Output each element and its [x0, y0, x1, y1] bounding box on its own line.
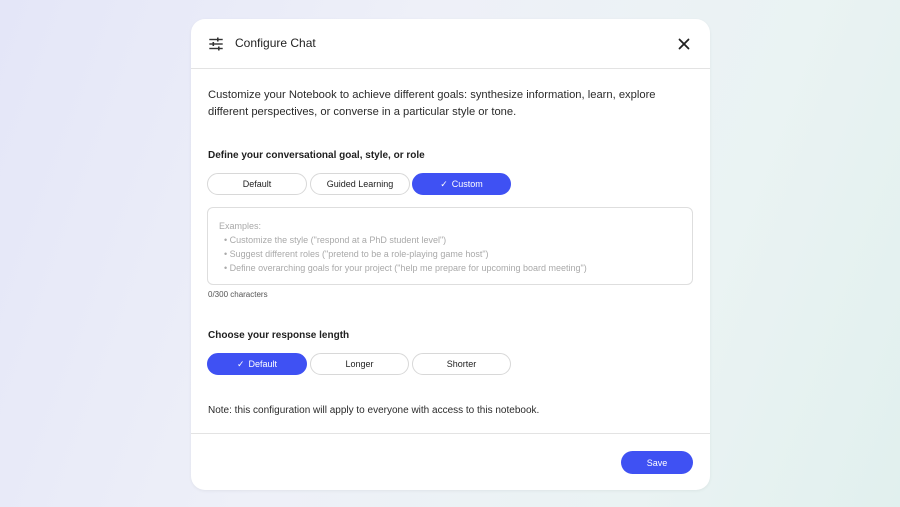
placeholder-heading: Examples:: [219, 221, 262, 231]
chip-label: Default: [248, 359, 278, 369]
intro-text: Customize your Notebook to achieve diffe…: [208, 89, 656, 118]
close-icon: [678, 38, 690, 50]
character-counter: 0/300 characters: [208, 290, 268, 299]
length-option-default[interactable]: ✓ Default: [207, 353, 307, 375]
footer-divider: [191, 433, 710, 434]
goal-option-custom[interactable]: ✓ Custom: [412, 173, 511, 195]
placeholder-item: • Define overarching goals for your proj…: [224, 263, 587, 273]
chip-label: Default: [242, 179, 272, 189]
placeholder-item: • Customize the style ("respond at a PhD…: [224, 235, 447, 245]
chip-label: Custom: [451, 179, 483, 189]
goal-option-guided-learning[interactable]: Guided Learning: [310, 173, 410, 195]
configure-chat-dialog: Configure Chat Customize your Notebook t…: [191, 19, 710, 490]
close-button[interactable]: [674, 34, 694, 54]
goal-option-default[interactable]: Default: [207, 173, 307, 195]
custom-goal-textarea[interactable]: Examples: • Customize the style ("respon…: [207, 207, 693, 285]
check-icon: ✓: [236, 358, 245, 369]
check-icon: ✓: [440, 178, 448, 189]
goal-section-label: Define your conversational goal, style, …: [208, 150, 425, 161]
length-option-shorter[interactable]: Shorter: [412, 353, 511, 375]
dialog-header: Configure Chat: [191, 19, 710, 69]
length-section-label: Choose your response length: [208, 330, 350, 341]
chip-label: Longer: [345, 359, 374, 369]
tune-icon: [208, 36, 224, 52]
chip-label: Shorter: [446, 359, 477, 369]
config-note: Note: this configuration will apply to e…: [208, 405, 540, 416]
length-option-longer[interactable]: Longer: [310, 353, 409, 375]
placeholder-item: • Suggest different roles ("pretend to b…: [224, 249, 489, 259]
dialog-title: Configure Chat: [235, 36, 316, 50]
chip-label: Guided Learning: [326, 179, 394, 189]
save-button[interactable]: Save: [621, 451, 693, 474]
